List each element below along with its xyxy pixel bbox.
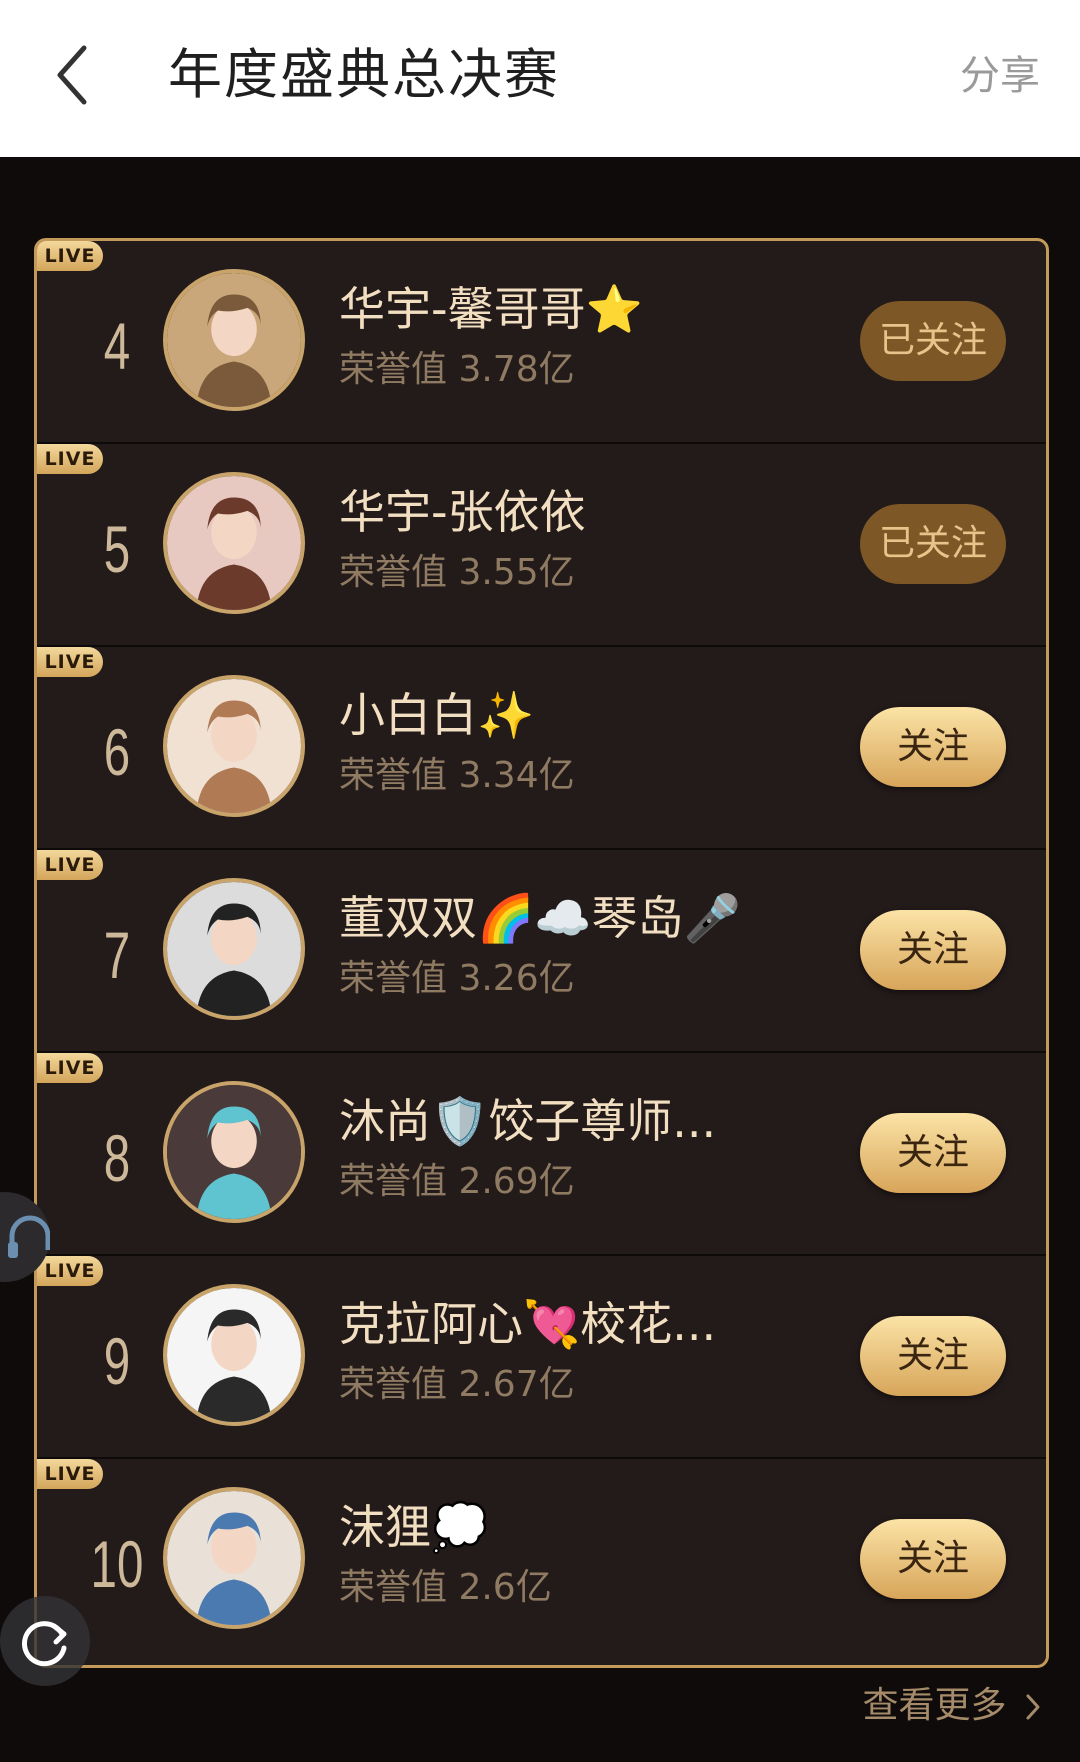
avatar[interactable] <box>163 878 305 1020</box>
avatar[interactable] <box>163 472 305 614</box>
anchor-name: 沫狸💭 <box>339 1500 489 1554</box>
anchor-name: 华宇-张依依 <box>339 485 586 539</box>
follow-button[interactable]: 关注 <box>860 707 1006 787</box>
avatar-image <box>167 1085 301 1219</box>
back-button[interactable] <box>52 40 112 110</box>
honor-value: 荣誉值 2.6亿 <box>339 1567 552 1608</box>
honor-value: 荣誉值 3.55亿 <box>339 552 575 593</box>
rank-number: 5 <box>103 512 131 586</box>
anchor-name: 华宇-馨哥哥⭐ <box>339 282 643 336</box>
ranking-row[interactable]: LIVE 5 华宇-张依依 荣誉值 3.55亿 已关注 <box>37 444 1046 647</box>
headset-float-button[interactable] <box>0 1192 51 1282</box>
live-badge: LIVE <box>37 1053 103 1083</box>
avatar[interactable] <box>163 269 305 411</box>
avatar-image <box>167 679 301 813</box>
rank-number: 9 <box>103 1324 131 1398</box>
honor-value: 荣誉值 2.69亿 <box>339 1161 575 1202</box>
ranking-row[interactable]: LIVE 6 小白白✨ 荣誉值 3.34亿 关注 <box>37 647 1046 850</box>
rank-number: 10 <box>90 1527 144 1601</box>
avatar-image <box>167 273 301 407</box>
rank-number: 7 <box>103 918 131 992</box>
ranking-row[interactable]: LIVE 7 董双双🌈☁️琴岛🎤 荣誉值 3.26亿 关注 <box>37 850 1046 1053</box>
live-badge: LIVE <box>37 444 103 474</box>
ranking-row[interactable]: LIVE 8 沐尚🛡️饺子尊师... 荣誉值 2.69亿 关注 <box>37 1053 1046 1256</box>
refresh-icon <box>22 1621 67 1667</box>
follow-button[interactable]: 关注 <box>860 1316 1006 1396</box>
ranking-row[interactable]: LIVE 10 沫狸💭 荣誉值 2.6亿 关注 <box>37 1459 1046 1662</box>
followed-button[interactable]: 已关注 <box>860 504 1006 584</box>
avatar[interactable] <box>163 1487 305 1629</box>
refresh-float-button[interactable] <box>0 1596 90 1686</box>
follow-button[interactable]: 关注 <box>860 1519 1006 1599</box>
rank-number: 6 <box>103 715 131 789</box>
live-badge: LIVE <box>37 241 103 271</box>
view-more-link[interactable]: 查看更多 <box>863 1680 1044 1732</box>
avatar-image <box>167 882 301 1016</box>
follow-button[interactable]: 关注 <box>860 1113 1006 1193</box>
honor-value: 荣誉值 3.34亿 <box>339 755 575 796</box>
honor-value: 荣誉值 3.78亿 <box>339 349 575 390</box>
view-more-label: 查看更多 <box>862 1685 1007 1726</box>
anchor-name: 董双双🌈☁️琴岛🎤 <box>339 891 741 945</box>
live-badge: LIVE <box>37 647 103 677</box>
avatar[interactable] <box>163 1284 305 1426</box>
avatar[interactable] <box>163 675 305 817</box>
ranking-row[interactable]: LIVE 4 华宇-馨哥哥⭐ 荣誉值 3.78亿 已关注 <box>37 241 1046 444</box>
followed-button[interactable]: 已关注 <box>860 301 1006 381</box>
anchor-name: 小白白✨ <box>339 688 535 742</box>
ranking-row[interactable]: LIVE 9 克拉阿心💘校花... 荣誉值 2.67亿 关注 <box>37 1256 1046 1459</box>
avatar-image <box>167 1288 301 1422</box>
top-bar: 年度盛典总决赛 分享 <box>0 0 1080 157</box>
live-badge: LIVE <box>37 1459 103 1489</box>
page-title: 年度盛典总决赛 <box>168 43 560 106</box>
chevron-left-icon <box>57 45 87 105</box>
avatar-image <box>167 476 301 610</box>
avatar[interactable] <box>163 1081 305 1223</box>
honor-value: 荣誉值 3.26亿 <box>339 958 575 999</box>
headset-icon <box>8 1215 51 1258</box>
avatar-image <box>167 1491 301 1625</box>
ranking-list: LIVE 4 华宇-馨哥哥⭐ 荣誉值 3.78亿 已关注 LIVE 5 华宇-张… <box>34 238 1049 1668</box>
follow-button[interactable]: 关注 <box>860 910 1006 990</box>
live-badge: LIVE <box>37 850 103 880</box>
rank-number: 8 <box>103 1121 131 1195</box>
anchor-name: 沐尚🛡️饺子尊师... <box>339 1094 717 1148</box>
honor-value: 荣誉值 2.67亿 <box>339 1364 575 1405</box>
share-button[interactable]: 分享 <box>960 46 1040 106</box>
rank-number: 4 <box>103 309 131 383</box>
chevron-right-icon <box>1026 1694 1040 1720</box>
anchor-name: 克拉阿心💘校花... <box>339 1297 717 1351</box>
